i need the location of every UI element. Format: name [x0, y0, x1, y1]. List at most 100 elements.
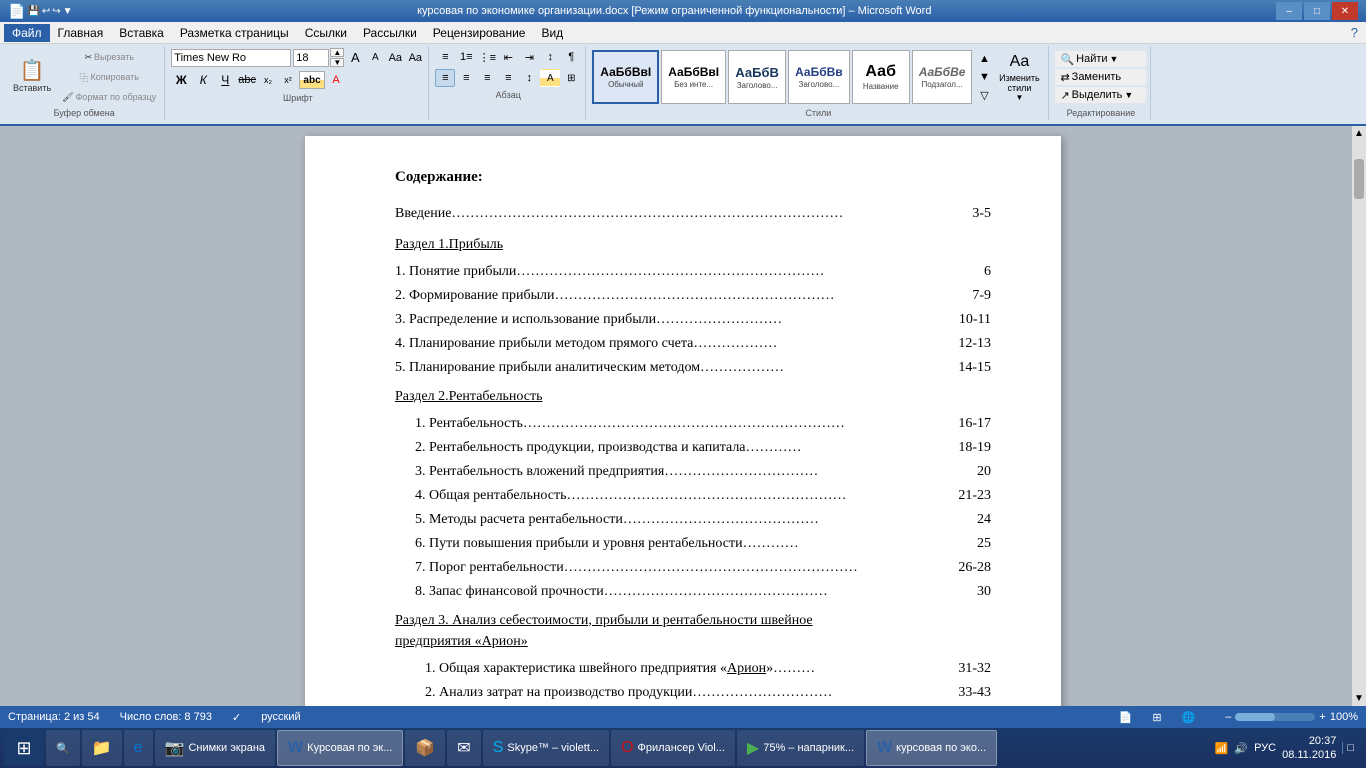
naparmik-icon: ▶	[747, 738, 759, 758]
menu-review[interactable]: Рецензирование	[425, 24, 534, 42]
tray-volume-icon[interactable]: 🔊	[1234, 742, 1248, 755]
zoom-slider[interactable]	[1235, 713, 1315, 721]
justify-button[interactable]: ≡	[498, 69, 518, 87]
cut-button[interactable]: ✂ Вырезать	[58, 48, 160, 66]
menu-insert[interactable]: Вставка	[111, 24, 172, 42]
style-heading1[interactable]: АаБбВ Заголово...	[728, 50, 786, 104]
taskbar-opera[interactable]: O Фрилансер Viol...	[611, 730, 735, 766]
style-title[interactable]: Ааб Название	[852, 50, 910, 104]
menu-view[interactable]: Вид	[533, 24, 571, 42]
case-button[interactable]: Aa	[406, 49, 424, 67]
app2-icon: ✉	[457, 738, 470, 758]
section3-title: Раздел 3. Анализ себестоимости, прибыли …	[395, 610, 991, 652]
numbering-button[interactable]: 1≡	[456, 48, 476, 66]
taskbar-file-explorer[interactable]: 📁	[82, 730, 122, 766]
intro-page: 3-5	[972, 203, 991, 224]
shading-button[interactable]: A	[540, 69, 560, 87]
screenshots-label: Снимки экрана	[188, 742, 265, 754]
taskbar-screenshots[interactable]: 📷 Снимки экрана	[155, 730, 276, 766]
view-print[interactable]: 📄	[1119, 711, 1133, 724]
format-painter-button[interactable]: 🖌 Формат по образцу	[58, 88, 160, 106]
tray-clock[interactable]: 20:37 08.11.2016	[1282, 734, 1336, 763]
superscript-button[interactable]: x²	[279, 71, 297, 89]
taskbar-app2[interactable]: ✉	[447, 730, 480, 766]
scroll-thumb[interactable]	[1354, 159, 1364, 199]
taskbar-word2[interactable]: W курсовая по эко...	[866, 730, 997, 766]
styles-label: Стили	[592, 108, 1044, 118]
styles-scroll-up[interactable]: ▲	[975, 51, 993, 67]
paste-button[interactable]: 📋 Вставить	[8, 51, 56, 103]
show-desktop-button[interactable]: □	[1342, 742, 1354, 754]
font-name-input[interactable]	[171, 49, 291, 67]
menu-file[interactable]: Файл	[4, 24, 50, 42]
align-left-button[interactable]: ≡	[435, 69, 455, 87]
find-button[interactable]: 🔍 Найти ▼	[1055, 51, 1146, 67]
subscript-button[interactable]: x₂	[259, 71, 277, 89]
style-subtitle[interactable]: АаБбВе Подзагол...	[912, 50, 973, 104]
menu-references[interactable]: Ссылки	[297, 24, 355, 42]
help-icon[interactable]: ?	[1347, 25, 1362, 40]
decrease-indent-button[interactable]: ⇤	[498, 48, 518, 66]
multilevel-button[interactable]: ⋮≡	[477, 48, 497, 66]
taskbar-naparmik[interactable]: ▶ 75% – напарник...	[737, 730, 864, 766]
strikethrough-button[interactable]: abc	[237, 71, 257, 89]
bullets-button[interactable]: ≡	[435, 48, 455, 66]
clear-format-button[interactable]: Aa	[386, 49, 404, 67]
increase-indent-button[interactable]: ⇥	[519, 48, 539, 66]
maximize-button[interactable]: □	[1304, 2, 1330, 20]
font-size-input[interactable]	[293, 49, 329, 67]
start-button[interactable]: ⊞	[4, 730, 44, 766]
tray-network-icon[interactable]: 📶	[1215, 742, 1229, 755]
style-normal[interactable]: АаБбВвI Обычный	[592, 50, 659, 104]
tray-lang[interactable]: РУС	[1254, 742, 1276, 754]
check-icon: ✓	[232, 711, 241, 724]
close-button[interactable]: ✕	[1332, 2, 1358, 20]
menu-mailings[interactable]: Рассылки	[355, 24, 425, 42]
select-icon: ↗	[1060, 89, 1069, 102]
grow-font-button[interactable]: A	[346, 49, 364, 67]
style-heading2[interactable]: АаБбВв Заголово...	[788, 50, 850, 104]
align-right-button[interactable]: ≡	[477, 69, 497, 87]
borders-button[interactable]: ⊞	[561, 69, 581, 87]
font-size-decrease[interactable]: ▼	[330, 58, 344, 67]
taskbar-app1[interactable]: 📦	[405, 730, 445, 766]
bold-button[interactable]: Ж	[171, 71, 191, 89]
word-icon: W	[288, 739, 303, 757]
taskbar-skype[interactable]: S Skype™ – violett...	[483, 730, 609, 766]
scrollbar-vertical[interactable]: ▲ ▼	[1352, 126, 1366, 706]
replace-button[interactable]: ⇄ Заменить	[1055, 69, 1146, 85]
sort-button[interactable]: ↕	[540, 48, 560, 66]
change-styles-button[interactable]: Аа Изменить стили ▼	[994, 50, 1044, 104]
zoom-in-button[interactable]: +	[1319, 711, 1325, 723]
paragraph-group: ≡ 1≡ ⋮≡ ⇤ ⇥ ↕ ¶ ≡ ≡ ≡ ≡ ↕ A ⊞	[431, 46, 586, 120]
shrink-font-button[interactable]: A	[366, 49, 384, 67]
language: русский	[261, 711, 300, 723]
s2-item5: 5. Методы расчета рентабельности………………………	[395, 509, 991, 530]
scroll-up-button[interactable]: ▲	[1354, 128, 1364, 139]
document-page[interactable]: Содержание: Введение………………………………………………………	[305, 136, 1061, 706]
font-size-increase[interactable]: ▲	[330, 48, 344, 57]
underline-button[interactable]: Ч	[215, 71, 235, 89]
view-fullscreen[interactable]: ⊞	[1152, 711, 1161, 724]
minimize-button[interactable]: –	[1276, 2, 1302, 20]
copy-button[interactable]: ⿻ Копировать	[58, 68, 160, 86]
styles-scroll-down[interactable]: ▼	[975, 69, 993, 85]
select-button[interactable]: ↗ Выделить ▼	[1055, 87, 1146, 103]
style-no-interval[interactable]: АаБбВвI Без инте...	[661, 50, 726, 104]
menu-home[interactable]: Главная	[50, 24, 112, 42]
highlight-button[interactable]: abc	[299, 71, 325, 89]
show-marks-button[interactable]: ¶	[561, 48, 581, 66]
taskbar-word[interactable]: W Курсовая по эк...	[277, 730, 403, 766]
copy-icon: ⿻	[79, 71, 88, 84]
align-center-button[interactable]: ≡	[456, 69, 476, 87]
taskbar-search[interactable]: 🔍	[46, 730, 80, 766]
line-spacing-button[interactable]: ↕	[519, 69, 539, 87]
italic-button[interactable]: К	[193, 71, 213, 89]
menu-page-layout[interactable]: Разметка страницы	[172, 24, 297, 42]
zoom-out-button[interactable]: –	[1225, 711, 1231, 723]
view-web[interactable]: 🌐	[1182, 711, 1196, 724]
styles-expand[interactable]: ▽	[975, 87, 993, 103]
scroll-down-button[interactable]: ▼	[1354, 693, 1364, 704]
font-color-button[interactable]: A	[327, 71, 345, 89]
taskbar-edge[interactable]: e	[124, 730, 153, 766]
